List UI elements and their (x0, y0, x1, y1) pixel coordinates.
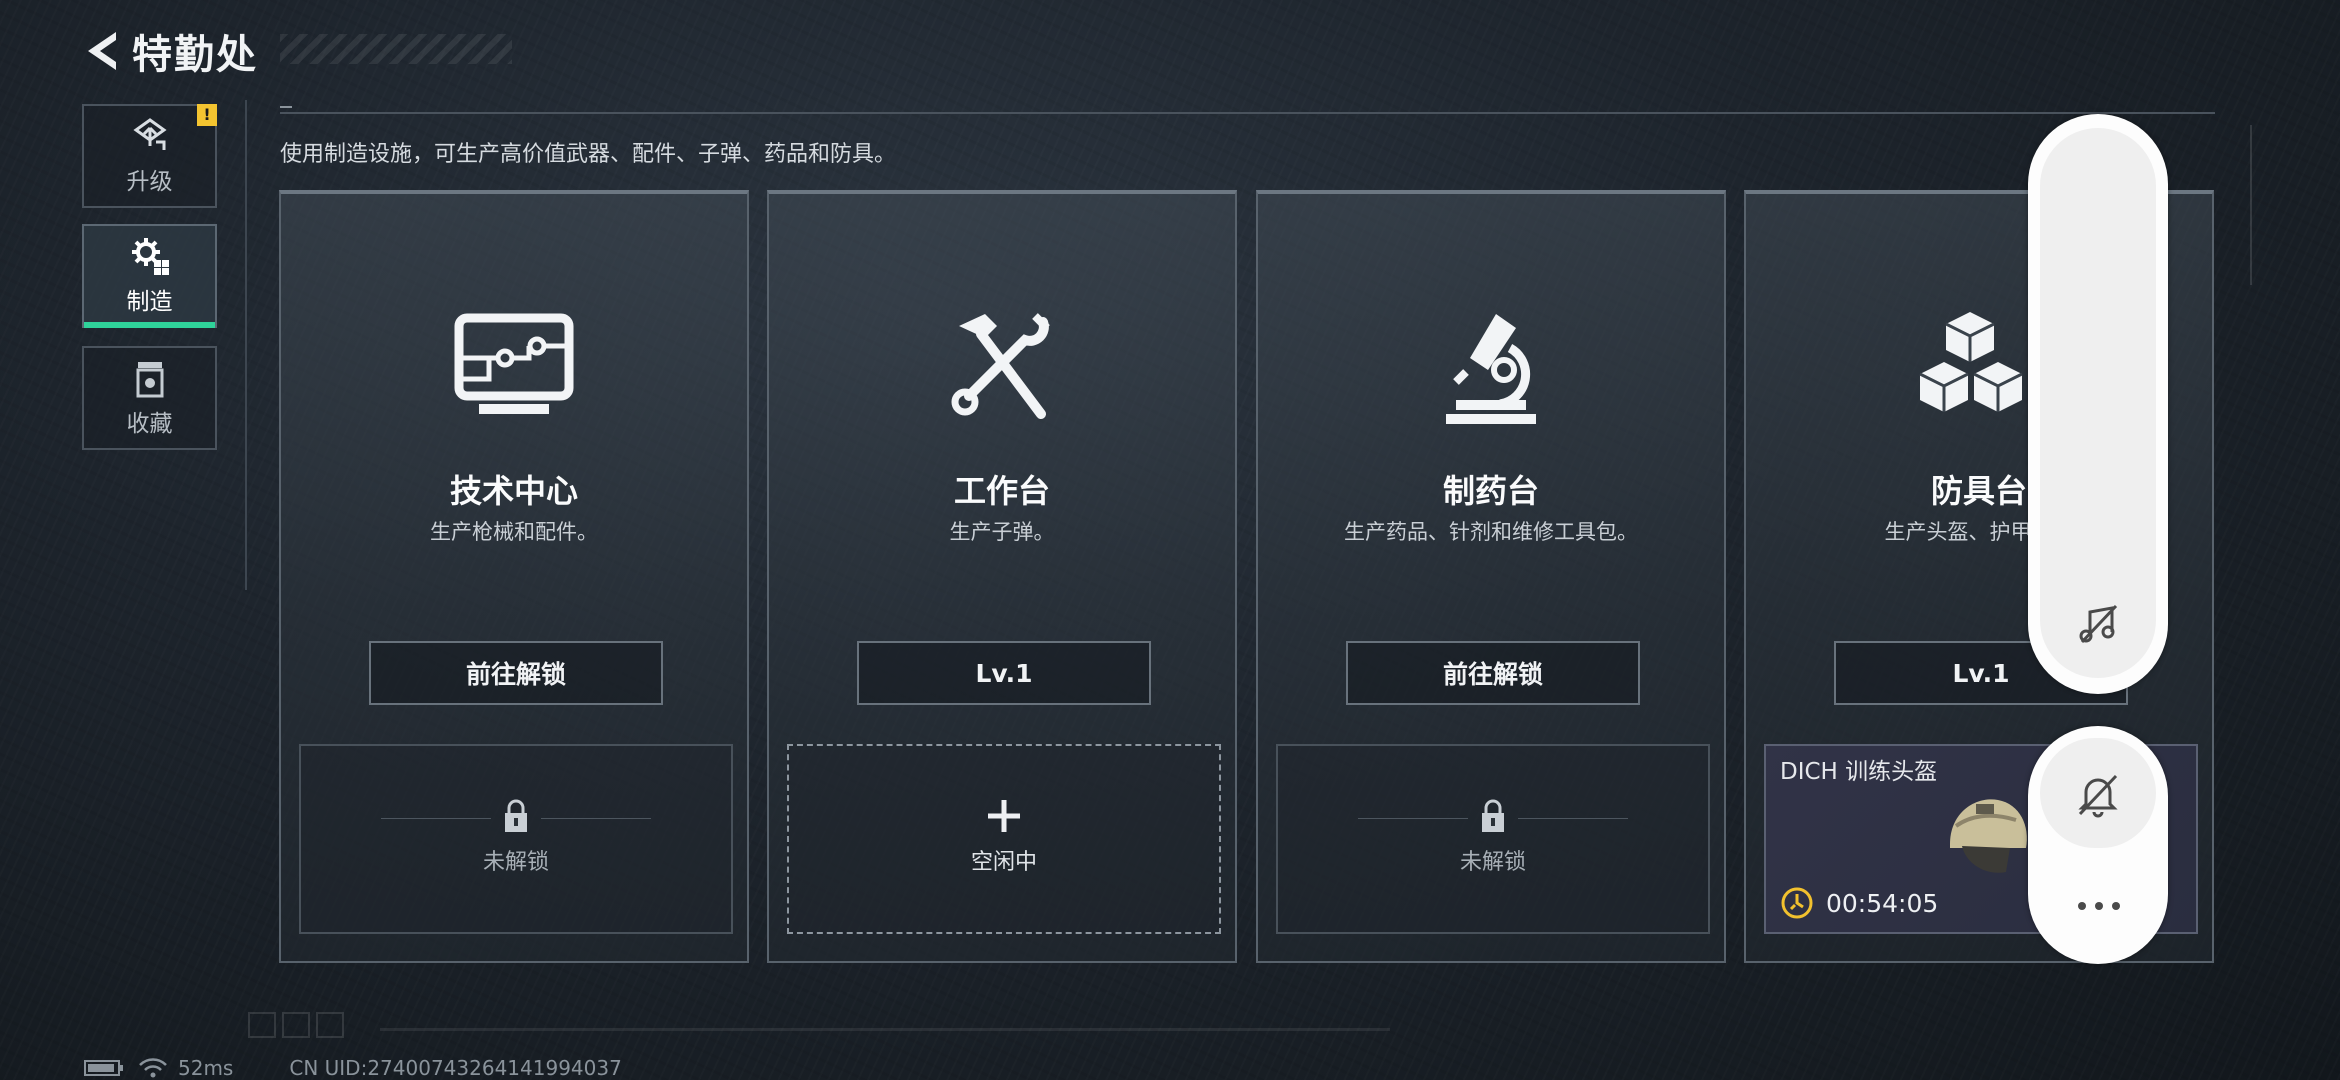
divider (280, 112, 2215, 114)
uid-text: CN UID:27400743264141994037 (289, 1056, 622, 1080)
collection-icon (136, 362, 163, 398)
slot-status: 未解锁 (482, 850, 549, 875)
sidebar-item-label: 收藏 (126, 411, 173, 437)
sidebar-item-collection[interactable]: 收藏 (82, 346, 217, 450)
decoration (316, 1012, 344, 1038)
decoration (248, 1012, 276, 1038)
upgrade-icon (132, 118, 167, 150)
crafting-timer: 00:54:05 (1780, 886, 1938, 920)
floating-panel[interactable] (2028, 114, 2168, 694)
plus-icon (988, 800, 1020, 832)
timer-icon (1781, 887, 1813, 919)
production-slot-idle[interactable]: 空闲中 (787, 744, 1221, 934)
card-title: 制药台 (1442, 472, 1539, 510)
card-description: 生产药品、针剂和维修工具包。 (1344, 520, 1638, 544)
sidebar-item-upgrade[interactable]: ! 升级 (82, 104, 217, 208)
back-arrow-icon[interactable] (82, 28, 122, 74)
floating-panel-inner (2040, 128, 2156, 678)
divider-tick (280, 106, 292, 108)
microscope-icon (1446, 314, 1536, 424)
card-title: 工作台 (953, 472, 1050, 510)
facility-card-tech-center[interactable]: 技术中心 生产枪械和配件。 前往解锁 未解锁 (279, 190, 749, 963)
battery-icon (84, 1060, 123, 1076)
timer-text: 00:54:05 (1826, 888, 1939, 918)
ping-text: 52ms (178, 1056, 234, 1080)
card-title: 技术中心 (449, 472, 578, 510)
production-slot-locked: 未解锁 (1276, 744, 1710, 934)
sidebar-item-label: 升级 (126, 169, 173, 195)
floating-panel[interactable] (2028, 726, 2168, 964)
helmet-image (1950, 799, 2027, 873)
crafting-item-name: DICH 训练头盔 (1780, 759, 1938, 785)
subtitle: 使用制造设施，可生产高价值武器、配件、子弹、药品和防具。 (280, 142, 897, 167)
header: 特勤处 (82, 26, 258, 78)
hammer-wrench-icon (951, 313, 1050, 419)
facility-card-pharmacy[interactable]: 制药台 生产药品、针剂和维修工具包。 前往解锁 未解锁 (1256, 190, 1726, 963)
title-decoration (280, 34, 512, 64)
facility-card-workbench[interactable]: 工作台 生产子弹。 Lv.1 空闲中 (767, 190, 1237, 963)
sidebar-item-label: 制造 (126, 289, 173, 315)
active-indicator (84, 322, 215, 328)
slot-status: 空闲中 (970, 850, 1037, 875)
production-slot-locked: 未解锁 (299, 744, 733, 934)
gear-craft-icon (131, 238, 169, 275)
divider (245, 100, 247, 590)
card-description: 生产子弹。 (949, 520, 1055, 544)
decoration (380, 1028, 1390, 1031)
cubes-icon (1919, 312, 2023, 412)
lock-icon (1482, 799, 1504, 832)
slot-status: 未解锁 (1459, 850, 1526, 875)
more-icon[interactable] (2076, 900, 2122, 912)
level-button[interactable]: Lv.1 (857, 641, 1151, 705)
sidebar-item-craft[interactable]: 制造 (82, 224, 217, 328)
wifi-icon (139, 1058, 167, 1078)
page-title: 特勤处 (132, 32, 258, 78)
decoration (282, 1012, 310, 1038)
unlock-button[interactable]: 前往解锁 (1346, 641, 1640, 705)
status-bar: 52ms CN UID:27400743264141994037 (84, 1056, 636, 1080)
unlock-button[interactable]: 前往解锁 (369, 641, 663, 705)
lock-icon (505, 799, 527, 832)
monitor-circuit-icon (454, 313, 574, 414)
card-description: 生产枪械和配件。 (430, 520, 598, 544)
music-off-icon[interactable] (2076, 602, 2122, 648)
decoration (2250, 125, 2252, 285)
bell-off-icon[interactable] (2076, 770, 2120, 818)
alert-badge: ! (197, 104, 217, 126)
